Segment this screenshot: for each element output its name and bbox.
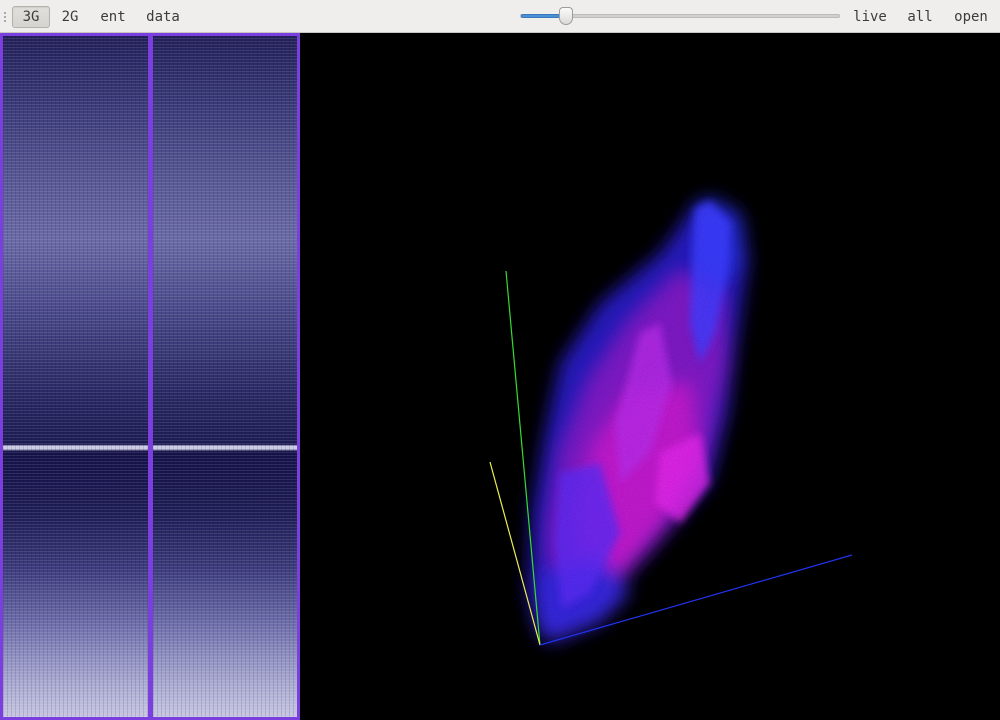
slider-handle[interactable] (558, 7, 573, 25)
mode-ent-button[interactable]: ent (95, 6, 131, 28)
open-button[interactable]: open (950, 6, 992, 28)
byte-detail-strip[interactable] (153, 36, 297, 717)
toolbar: 3G 2G ent data live all open (0, 0, 1000, 33)
mode-data-button[interactable]: data (142, 6, 184, 28)
live-button[interactable]: live (850, 6, 890, 28)
drag-grip-icon[interactable] (3, 11, 7, 23)
mode-3g-button[interactable]: 3G (12, 6, 50, 28)
all-button[interactable]: all (903, 6, 937, 28)
mode-2g-button[interactable]: 2G (55, 6, 85, 28)
3d-visualization (489, 193, 853, 653)
point-cloud (520, 193, 760, 653)
3d-viewport[interactable] (300, 33, 1000, 720)
position-slider[interactable] (520, 7, 840, 25)
byte-strip-panel[interactable] (0, 33, 300, 720)
byte-overview-strip[interactable] (3, 36, 148, 717)
